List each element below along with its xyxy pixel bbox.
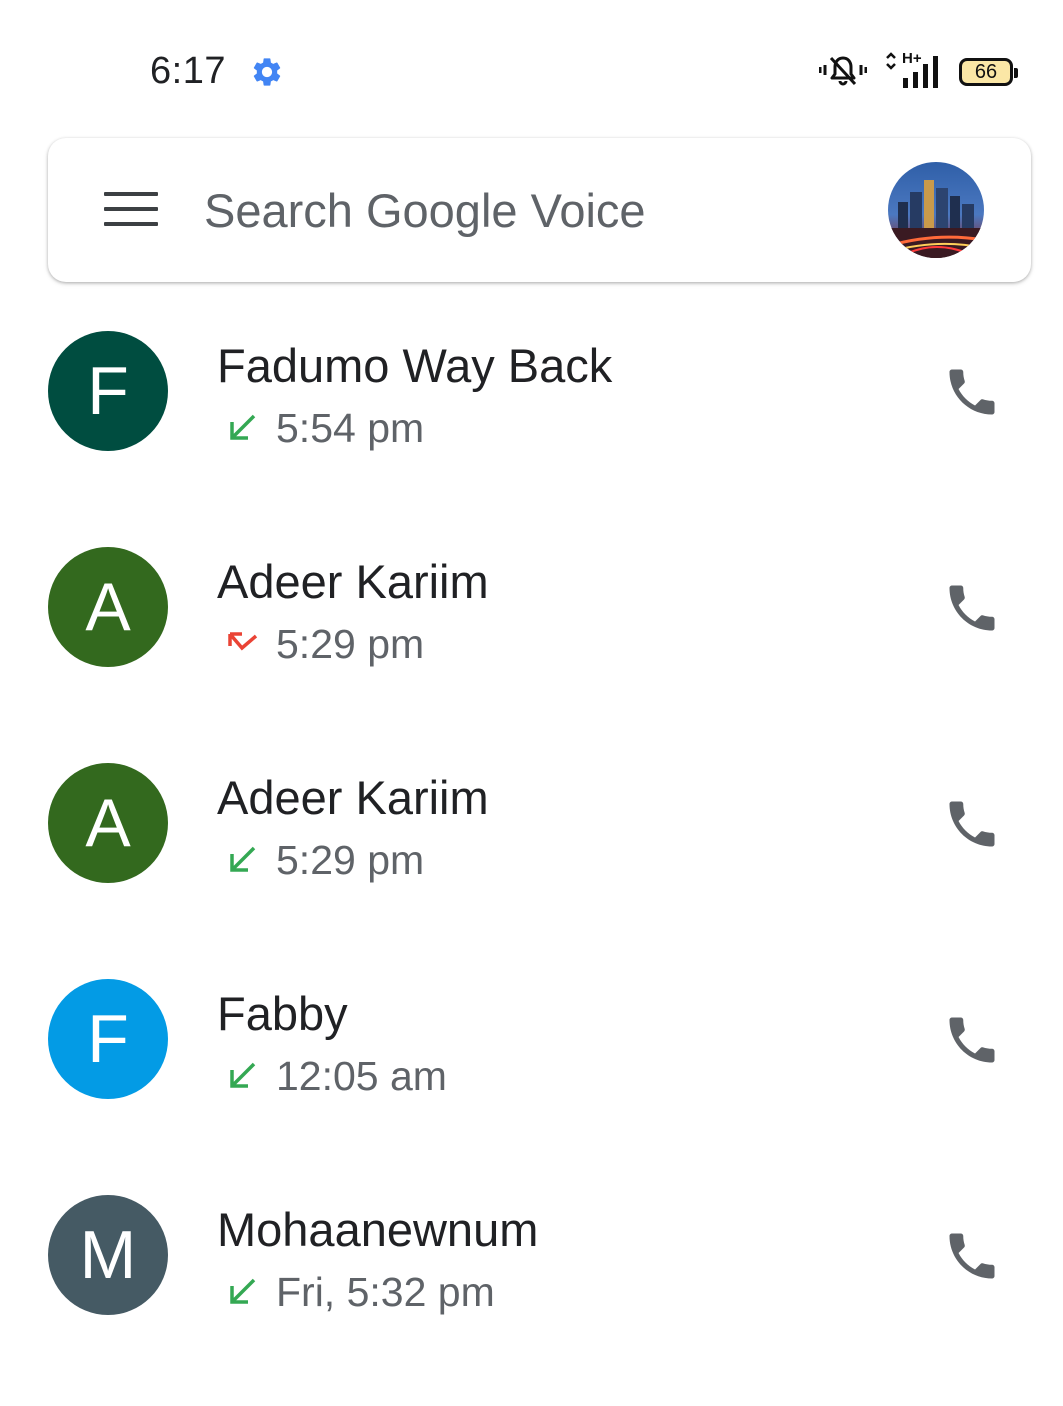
contact-avatar: M bbox=[48, 1195, 168, 1315]
incoming-call-arrow-icon bbox=[230, 414, 256, 440]
contact-avatar: F bbox=[48, 979, 168, 1099]
search-bar bbox=[48, 138, 1031, 282]
phone-icon bbox=[949, 369, 995, 415]
call-back-button[interactable] bbox=[936, 572, 1008, 644]
call-list-item[interactable]: A Adeer Kariim 5:29 pm bbox=[0, 516, 1063, 716]
call-time: 5:29 pm bbox=[276, 620, 425, 667]
status-icons: H+ 66 bbox=[818, 50, 1018, 94]
call-time: 5:29 pm bbox=[276, 836, 425, 883]
contact-initial: A bbox=[85, 569, 131, 645]
call-meta: 5:29 pm bbox=[222, 620, 424, 668]
call-back-button[interactable] bbox=[936, 1220, 1008, 1292]
contact-name: Adeer Kariim bbox=[217, 555, 489, 608]
vibrate-mute-icon bbox=[818, 52, 868, 93]
phone-icon bbox=[949, 585, 995, 631]
call-list-item[interactable]: A Adeer Kariim 5:29 pm bbox=[0, 732, 1063, 932]
contact-initial: M bbox=[79, 1217, 137, 1293]
phone-icon bbox=[949, 801, 995, 847]
network-type-label: H+ bbox=[901, 50, 923, 67]
contact-name: Mohaanewnum bbox=[217, 1203, 539, 1256]
status-bar: 6:17 H+ 66 bbox=[0, 0, 1063, 130]
call-meta: 5:54 pm bbox=[222, 404, 424, 452]
contact-initial: F bbox=[87, 353, 129, 429]
contact-avatar: A bbox=[48, 547, 168, 667]
contact-initial: F bbox=[87, 1001, 129, 1077]
call-time: 12:05 am bbox=[276, 1052, 447, 1099]
contact-avatar: F bbox=[48, 331, 168, 451]
incoming-call-arrow-icon bbox=[230, 1062, 256, 1088]
call-list-item[interactable]: F Fadumo Way Back 5:54 pm bbox=[0, 300, 1063, 500]
call-list-item[interactable]: M Mohaanewnum Fri, 5:32 pm bbox=[0, 1164, 1063, 1364]
gear-icon bbox=[250, 55, 284, 89]
account-avatar[interactable] bbox=[888, 162, 984, 258]
phone-icon bbox=[949, 1017, 995, 1063]
contact-avatar: A bbox=[48, 763, 168, 883]
call-meta: 12:05 am bbox=[222, 1052, 447, 1100]
call-back-button[interactable] bbox=[936, 788, 1008, 860]
call-time: Fri, 5:32 pm bbox=[276, 1268, 495, 1315]
status-time: 6:17 bbox=[150, 50, 226, 92]
phone-icon bbox=[949, 1233, 995, 1279]
contact-initial: A bbox=[85, 785, 131, 861]
missed-call-arrow-icon bbox=[228, 632, 258, 651]
call-list-item[interactable]: F Fabby 12:05 am bbox=[0, 948, 1063, 1148]
battery-level: 66 bbox=[974, 60, 998, 83]
battery-icon: 66 bbox=[959, 58, 1018, 86]
search-input[interactable] bbox=[204, 182, 844, 238]
call-back-button[interactable] bbox=[936, 1004, 1008, 1076]
incoming-call-arrow-icon bbox=[230, 1278, 256, 1304]
call-back-button[interactable] bbox=[936, 356, 1008, 428]
call-time: 5:54 pm bbox=[276, 404, 425, 451]
contact-name: Fadumo Way Back bbox=[217, 339, 613, 392]
contact-name: Fabby bbox=[217, 987, 348, 1040]
call-meta: 5:29 pm bbox=[222, 836, 424, 884]
hamburger-menu-icon[interactable] bbox=[104, 192, 160, 228]
call-meta: Fri, 5:32 pm bbox=[222, 1268, 495, 1316]
incoming-call-arrow-icon bbox=[230, 846, 256, 872]
signal-icon: H+ bbox=[883, 50, 943, 92]
contact-name: Adeer Kariim bbox=[217, 771, 489, 824]
